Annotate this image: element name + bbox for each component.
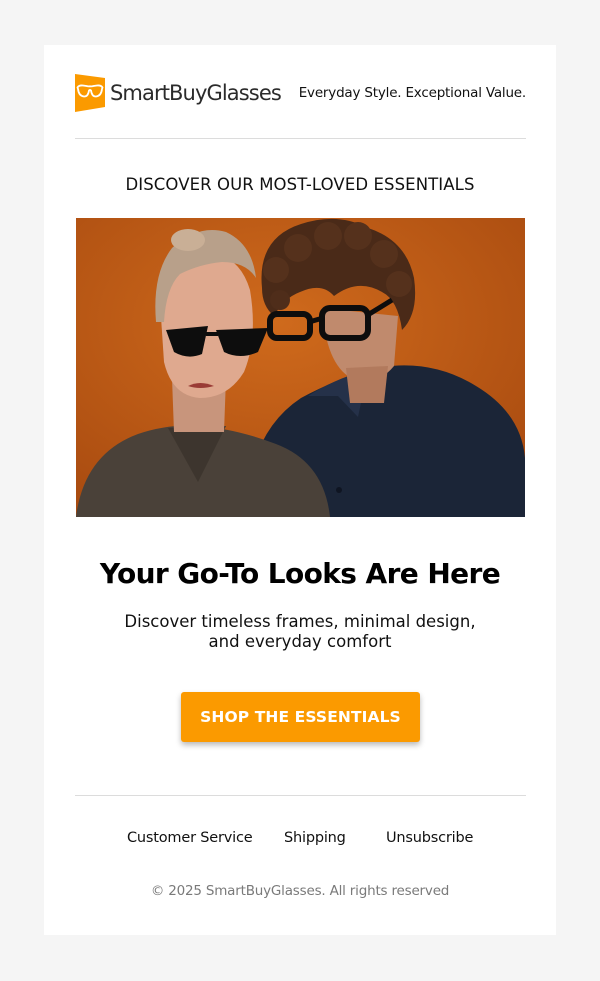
brand-name: SmartBuyGlasses [110, 81, 282, 105]
header-divider [75, 138, 526, 139]
email-header: SmartBuyGlasses Everyday Style. Exceptio… [75, 74, 526, 114]
copyright-text: © 2025 SmartBuyGlasses. All rights reser… [150, 883, 450, 899]
footer-divider [75, 795, 526, 796]
subheadline-line-2: and everyday comfort [208, 632, 392, 651]
shipping-link[interactable]: Shipping [284, 830, 346, 846]
subheadline-line-1: Discover timeless frames, minimal design… [124, 612, 476, 631]
hero-image[interactable] [76, 218, 525, 517]
subheadline: Discover timeless frames, minimal design… [100, 612, 500, 652]
footer-links: Customer Service Shipping Unsubscribe [44, 830, 556, 852]
customer-service-link[interactable]: Customer Service [127, 830, 253, 846]
headline: Your Go-To Looks Are Here [99, 557, 501, 590]
brand-logo[interactable]: SmartBuyGlasses [75, 74, 282, 112]
glasses-logo-icon [75, 74, 105, 112]
section-title: DISCOVER OUR MOST-LOVED ESSENTIALS [125, 175, 475, 194]
header-tagline: Everyday Style. Exceptional Value. [298, 85, 526, 101]
email-card: SmartBuyGlasses Everyday Style. Exceptio… [44, 45, 556, 935]
unsubscribe-link[interactable]: Unsubscribe [386, 830, 473, 846]
shop-essentials-button[interactable]: SHOP THE ESSENTIALS [181, 692, 420, 742]
